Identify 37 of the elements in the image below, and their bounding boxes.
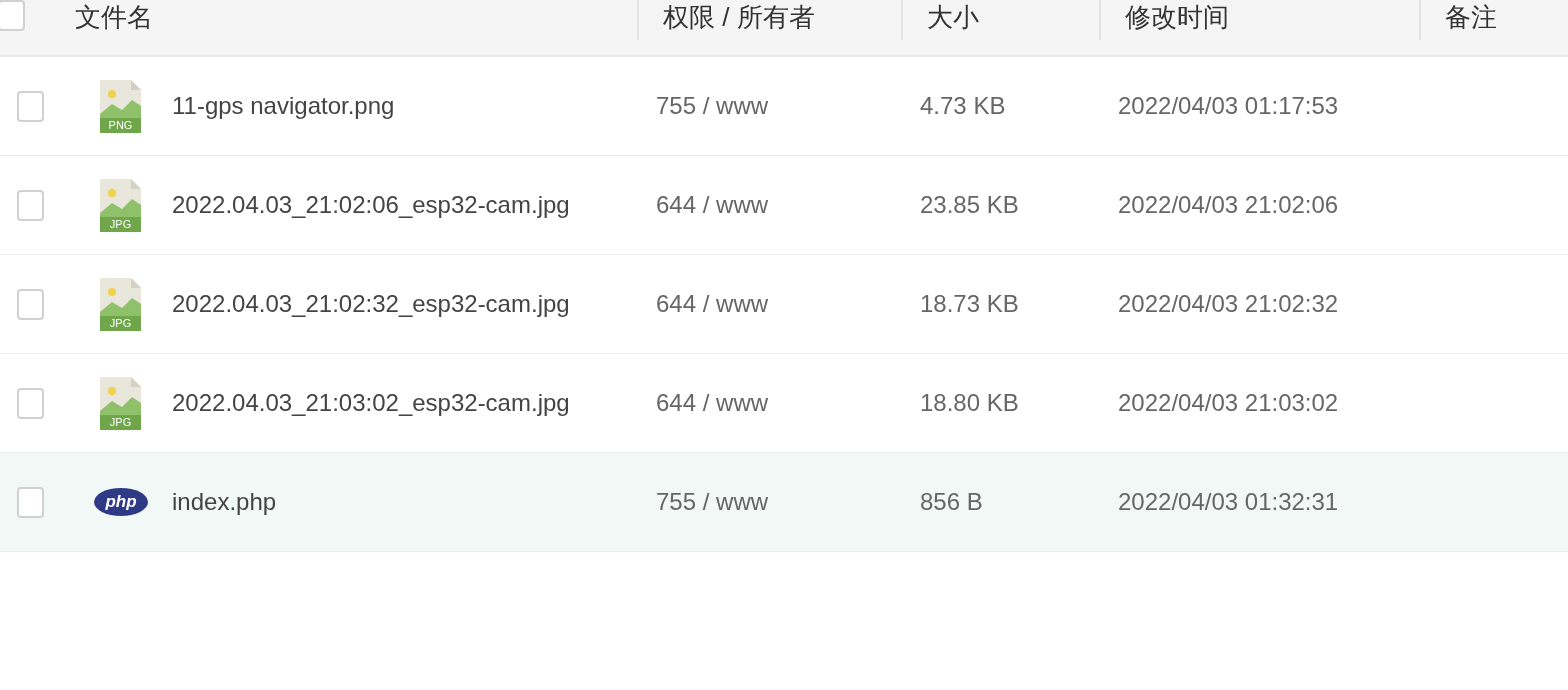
size-cell: 23.85 KB — [920, 191, 1019, 219]
image-file-icon: PNG — [100, 79, 141, 133]
file-name[interactable]: 11-gps navigator.png — [172, 92, 395, 120]
permissions-cell: 644 / www — [656, 290, 769, 318]
column-header[interactable]: 大小 — [927, 0, 979, 34]
file-name[interactable]: 2022.04.03_21:02:06_esp32-cam.jpg — [172, 191, 570, 219]
checkbox[interactable] — [0, 0, 25, 31]
column-header[interactable]: 备注 — [1445, 0, 1497, 34]
size-cell: 856 B — [920, 488, 983, 516]
size-cell: 4.73 KB — [920, 92, 1006, 120]
checkbox[interactable] — [17, 486, 44, 518]
image-file-icon: JPG — [100, 178, 141, 232]
column-header[interactable]: 文件名 — [75, 0, 153, 34]
image-file-icon: JPG — [100, 376, 141, 430]
table-row[interactable]: php index.php 755 / www 856 B 2022/04/03 01:32:31 — [0, 453, 1568, 552]
column-header[interactable]: 权限 / 所有者 — [663, 0, 815, 34]
column-header[interactable]: 修改时间 — [1125, 0, 1229, 34]
modified-time-cell: 2022/04/03 21:02:06 — [1118, 191, 1339, 219]
permissions-cell: 644 / www — [656, 389, 769, 417]
permissions-cell: 755 / www — [656, 92, 769, 120]
modified-time-cell: 2022/04/03 21:02:32 — [1118, 290, 1339, 318]
checkbox[interactable] — [17, 387, 44, 419]
checkbox[interactable] — [17, 288, 44, 320]
php-file-icon: php — [94, 488, 148, 516]
size-cell: 18.80 KB — [920, 389, 1019, 417]
checkbox[interactable] — [17, 90, 44, 122]
modified-time-cell: 2022/04/03 21:03:02 — [1118, 389, 1339, 417]
size-cell: 18.73 KB — [920, 290, 1019, 318]
file-name[interactable]: 2022.04.03_21:03:02_esp32-cam.jpg — [172, 389, 570, 417]
permissions-cell: 644 / www — [656, 191, 769, 219]
checkbox[interactable] — [17, 189, 44, 221]
modified-time-cell: 2022/04/03 01:17:53 — [1118, 92, 1339, 120]
image-file-icon: JPG — [100, 277, 141, 331]
file-name[interactable]: index.php — [172, 488, 277, 516]
file-name[interactable]: 2022.04.03_21:02:32_esp32-cam.jpg — [172, 290, 570, 318]
modified-time-cell: 2022/04/03 01:32:31 — [1118, 488, 1339, 516]
permissions-cell: 755 / www — [656, 488, 769, 516]
